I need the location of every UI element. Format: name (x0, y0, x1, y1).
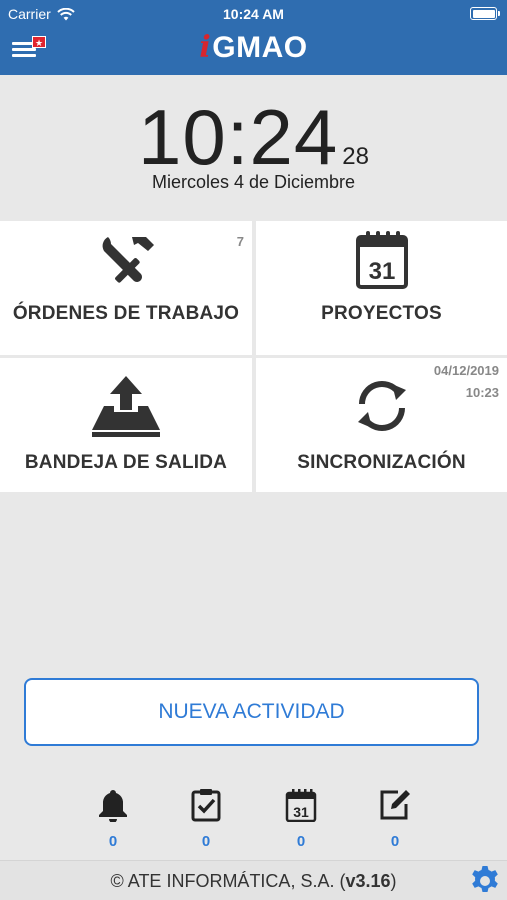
ordenes-count-badge: 7 (236, 234, 244, 249)
tile-sincronizacion[interactable]: 04/12/2019 10:23 SINCRONIZACIÓN (256, 358, 507, 492)
calendar-count: 0 (296, 833, 306, 850)
app-logo: iGMAO (0, 30, 507, 65)
counter-calendar-day: 31 (293, 804, 309, 820)
tasks-count: 0 (201, 833, 211, 850)
app-version: v3.16 (345, 871, 391, 891)
tile-bandeja-de-salida[interactable]: BANDEJA DE SALIDA (0, 358, 252, 492)
calendar-icon: 31 (355, 231, 408, 289)
bell-icon (99, 790, 127, 823)
tools-icon (102, 237, 154, 283)
tasks-counter[interactable]: 0 (181, 788, 231, 850)
battery-icon (470, 7, 500, 20)
clock: 10:24 28 (0, 92, 507, 183)
checklist-icon (191, 789, 221, 822)
edit-note-icon (380, 790, 410, 820)
notes-count: 0 (390, 833, 400, 850)
tile-sincronizacion-label: SINCRONIZACIÓN (297, 452, 466, 473)
clock-hours-minutes: 10:24 (138, 93, 339, 181)
copyright-text: © ATE INFORMÁTICA, S.A. (v3.16) (0, 871, 507, 892)
tile-ordenes-de-trabajo[interactable]: 7 ÓRDENES DE TRABAJO (0, 221, 252, 355)
clock-seconds: 28 (342, 143, 369, 170)
logo-prefix: i (199, 30, 212, 65)
footer: © ATE INFORMÁTICA, S.A. (v3.16) (0, 860, 507, 900)
status-bar: Carrier 10:24 AM (0, 0, 507, 28)
last-sync-time: 10:23 (465, 385, 499, 400)
tile-proyectos-label: PROYECTOS (321, 303, 442, 324)
calendar-icon: 31 (285, 789, 317, 823)
last-sync-info: 04/12/2019 10:23 (434, 360, 499, 404)
tile-ordenes-label: ÓRDENES DE TRABAJO (12, 303, 240, 324)
notifications-count: 0 (108, 833, 118, 850)
gear-icon[interactable] (469, 865, 501, 897)
logo-text: GMAO (212, 31, 308, 64)
notifications-counter[interactable]: 0 (88, 788, 138, 850)
last-sync-date: 04/12/2019 (433, 363, 499, 378)
copyright-suffix: ) (390, 871, 397, 891)
copyright-prefix: © ATE INFORMÁTICA, S.A. ( (110, 871, 346, 891)
tile-bandeja-label: BANDEJA DE SALIDA (24, 452, 228, 473)
notes-counter[interactable]: 0 (370, 788, 420, 850)
status-time: 10:24 AM (223, 6, 284, 22)
sync-icon (357, 381, 406, 431)
calendar-counter[interactable]: 31 0 (276, 788, 326, 850)
new-activity-button[interactable]: NUEVA ACTIVIDAD (24, 678, 479, 746)
proyectos-calendar-day: 31 (368, 258, 395, 285)
tile-proyectos[interactable]: 31 PROYECTOS (256, 221, 507, 355)
outbox-upload-icon (92, 376, 160, 437)
top-bar: Carrier 10:24 AM ★ iGMAO (0, 0, 507, 75)
clock-date: Miercoles 4 de Diciembre (151, 172, 356, 192)
